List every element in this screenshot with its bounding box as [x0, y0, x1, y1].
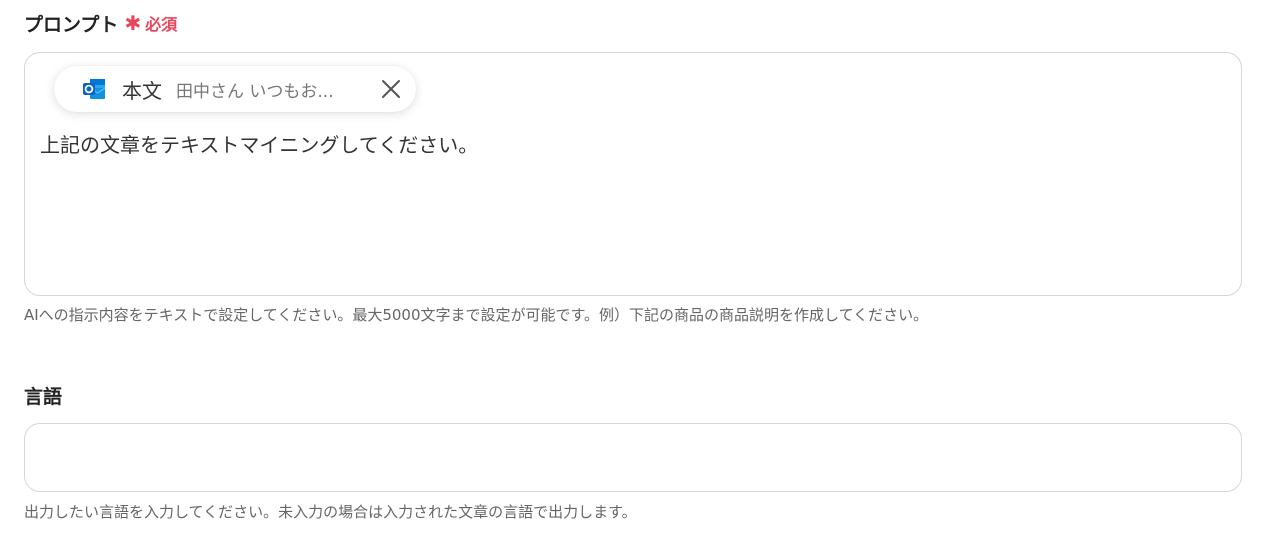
required-star-icon: ✱ [124, 11, 142, 35]
close-icon[interactable] [380, 78, 402, 100]
language-input[interactable] [24, 423, 1242, 492]
chip-title: 本文 [122, 78, 162, 103]
variable-chip[interactable]: 本文 田中さん いつもお... [54, 66, 416, 112]
language-help-text: 出力したい言語を入力してください。未入力の場合は入力された文章の言語で出力します… [24, 503, 637, 521]
prompt-label-row: プロンプト ✱ 必須 [24, 9, 177, 37]
prompt-help-text: AIへの指示内容をテキストで設定してください。最大5000文字まで設定が可能です… [24, 306, 929, 324]
prompt-value: 上記の文章をテキストマイニングしてください。 [40, 133, 479, 157]
language-label-row: 言語 [24, 381, 62, 409]
outlook-icon [81, 76, 107, 102]
prompt-label: プロンプト [24, 13, 119, 36]
language-label: 言語 [24, 385, 63, 408]
chip-preview: 田中さん いつもお... [176, 81, 334, 102]
required-badge: 必須 [145, 15, 178, 34]
